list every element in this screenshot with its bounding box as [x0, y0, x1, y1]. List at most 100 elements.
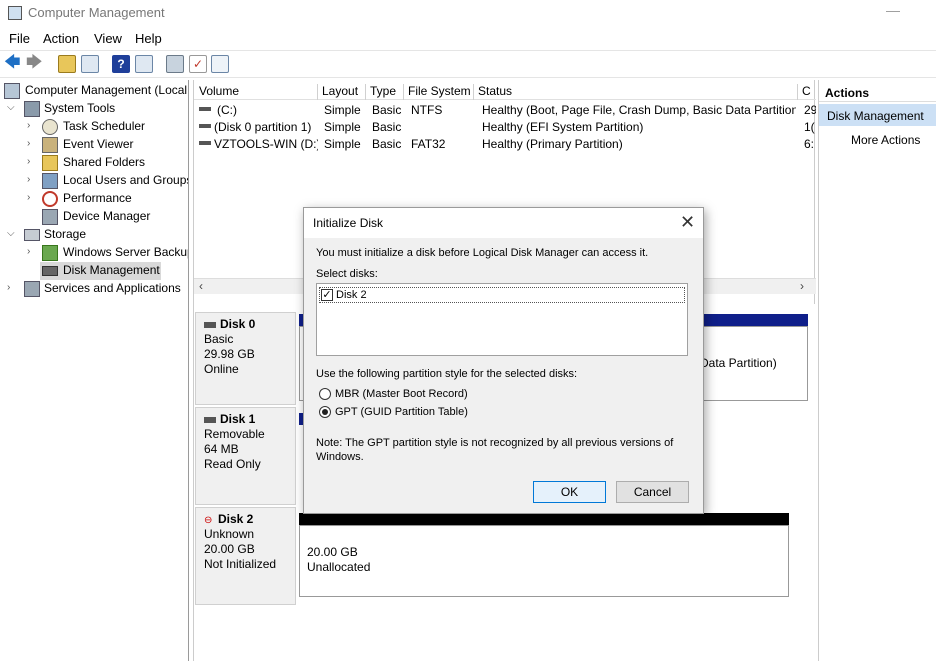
menu-action[interactable]: Action: [43, 31, 79, 46]
disk-icon: [42, 266, 58, 276]
menu-view[interactable]: View: [94, 31, 122, 46]
tree-item-local-users[interactable]: › Local Users and Groups: [0, 172, 189, 190]
actions-disk-management[interactable]: Disk Management: [819, 104, 936, 126]
users-icon: [42, 173, 58, 189]
tree-item-windows-server-backup[interactable]: › Windows Server Backup: [0, 244, 189, 262]
volume-row[interactable]: (C:) Simple Basic NTFS Healthy (Boot, Pa…: [194, 101, 816, 118]
unallocated-size: 20.00 GB: [307, 545, 358, 559]
error-disk-icon: ⊖: [204, 515, 213, 526]
tree-item-task-scheduler[interactable]: › Task Scheduler: [0, 118, 188, 136]
chevron-down-icon[interactable]: ⌵: [7, 102, 19, 113]
disk-0-label[interactable]: Disk 0 Basic 29.98 GB Online: [195, 312, 296, 405]
tree-item-event-viewer[interactable]: › Event Viewer: [0, 136, 188, 154]
services-icon: [24, 281, 40, 297]
volume-row[interactable]: (Disk 0 partition 1) Simple Basic Health…: [194, 118, 816, 135]
tree-label: Windows Server Backup: [63, 245, 189, 259]
disk-size: 29.98 GB: [204, 347, 255, 361]
disk-icon: [204, 417, 216, 423]
disk-list-item[interactable]: ✓ Disk 2: [319, 287, 685, 303]
disk-state: Online: [204, 362, 239, 376]
dialog-intro: You must initialize a disk before Logica…: [316, 247, 649, 259]
chevron-right-icon[interactable]: ›: [7, 282, 19, 293]
partition-style-label: Use the following partition style for th…: [316, 368, 578, 380]
disk-icon: [204, 322, 216, 328]
check-icon[interactable]: ✓: [189, 55, 207, 73]
back-icon[interactable]: 🡄: [4, 55, 22, 73]
disk-2-label[interactable]: ⊖ Disk 2 Unknown 20.00 GB Not Initialized: [195, 507, 296, 605]
col-capacity[interactable]: C: [798, 84, 816, 100]
console-tree: Computer Management (Local ⌵ System Tool…: [0, 80, 189, 661]
title-bar: Computer Management —: [0, 0, 936, 28]
clock-icon: [42, 119, 58, 135]
unallocated-label: Unallocated: [307, 560, 371, 574]
chevron-right-icon[interactable]: ›: [27, 192, 39, 203]
disk-kind: Basic: [204, 332, 234, 346]
disk-checkbox[interactable]: ✓: [321, 289, 333, 301]
col-type[interactable]: Type: [366, 84, 404, 100]
disk-state: Read Only: [204, 457, 261, 471]
gpt-radio[interactable]: [319, 406, 331, 418]
disk-name: Disk 0: [220, 317, 256, 331]
forward-icon[interactable]: 🡆: [26, 55, 44, 73]
properties-icon[interactable]: [211, 55, 229, 73]
tree-item-root[interactable]: Computer Management (Local: [0, 82, 188, 100]
chevron-right-icon[interactable]: ›: [27, 246, 39, 257]
chevron-right-icon[interactable]: ›: [27, 138, 39, 149]
tree-label: Services and Applications: [44, 281, 181, 295]
col-status[interactable]: Status: [474, 84, 798, 100]
tree-item-services-apps[interactable]: › Services and Applications: [0, 280, 188, 298]
minimize-button[interactable]: —: [886, 2, 900, 18]
volume-name: (C:): [217, 103, 237, 117]
gpt-label[interactable]: GPT (GUID Partition Table): [335, 406, 468, 418]
cancel-button[interactable]: Cancel: [616, 481, 689, 503]
volume-capacity: 29: [804, 103, 816, 117]
chevron-down-icon[interactable]: ⌵: [7, 228, 19, 239]
help-icon[interactable]: ?: [112, 55, 130, 73]
tree-item-shared-folders[interactable]: › Shared Folders: [0, 154, 188, 172]
menu-bar: File Action View Help: [0, 28, 936, 50]
gpt-note-line2: Windows.: [316, 451, 364, 463]
tree-item-system-tools[interactable]: ⌵ System Tools: [0, 100, 188, 118]
tree-label: Performance: [63, 191, 132, 205]
show-hide-tree-icon[interactable]: [81, 55, 99, 73]
volume-list-header: Volume Layout Type File System Status C: [194, 82, 816, 100]
dialog-title-bar: Initialize Disk ✕: [304, 208, 703, 238]
mbr-label[interactable]: MBR (Master Boot Record): [335, 388, 468, 400]
scroll-left-icon[interactable]: ‹: [199, 279, 203, 293]
tree-item-performance[interactable]: › Performance: [0, 190, 188, 208]
disk-size: 20.00 GB: [204, 542, 255, 556]
dialog-title: Initialize Disk: [313, 216, 384, 230]
computer-management-icon: [4, 83, 20, 99]
more-actions-link[interactable]: More Actions: [851, 133, 920, 147]
volume-fs: FAT32: [411, 137, 446, 151]
tree-label: Local Users and Groups: [63, 173, 189, 187]
chevron-right-icon[interactable]: ›: [27, 174, 39, 185]
col-layout[interactable]: Layout: [318, 84, 366, 100]
shared-folder-icon: [42, 155, 58, 171]
tree-item-device-manager[interactable]: Device Manager: [0, 208, 188, 226]
event-viewer-icon: [42, 137, 58, 153]
scroll-right-icon[interactable]: ›: [800, 279, 804, 293]
action-pane-icon[interactable]: [135, 55, 153, 73]
disk-2-unallocated[interactable]: 20.00 GB Unallocated: [299, 525, 789, 597]
disk-listbox[interactable]: ✓ Disk 2: [316, 283, 688, 356]
col-file-system[interactable]: File System: [404, 84, 474, 100]
close-icon[interactable]: ✕: [680, 212, 695, 233]
connect-icon[interactable]: [166, 55, 184, 73]
up-folder-icon[interactable]: [58, 55, 76, 73]
disk-1-label[interactable]: Disk 1 Removable 64 MB Read Only: [195, 407, 296, 505]
tree-item-storage[interactable]: ⌵ Storage: [0, 226, 188, 244]
volume-type: Basic: [372, 120, 402, 134]
ok-button[interactable]: OK: [533, 481, 606, 503]
tree-item-disk-management[interactable]: Disk Management: [40, 262, 161, 280]
col-volume[interactable]: Volume: [195, 84, 318, 100]
chevron-right-icon[interactable]: ›: [27, 120, 39, 131]
tree-label: System Tools: [44, 101, 116, 115]
mbr-radio[interactable]: [319, 388, 331, 400]
volume-row[interactable]: VZTOOLS-WIN (D:) Simple Basic FAT32 Heal…: [194, 135, 816, 152]
menu-help[interactable]: Help: [135, 31, 162, 46]
tree-label: Shared Folders: [63, 155, 146, 169]
tree-label: Storage: [44, 227, 87, 241]
chevron-right-icon[interactable]: ›: [27, 156, 39, 167]
menu-file[interactable]: File: [9, 31, 30, 46]
